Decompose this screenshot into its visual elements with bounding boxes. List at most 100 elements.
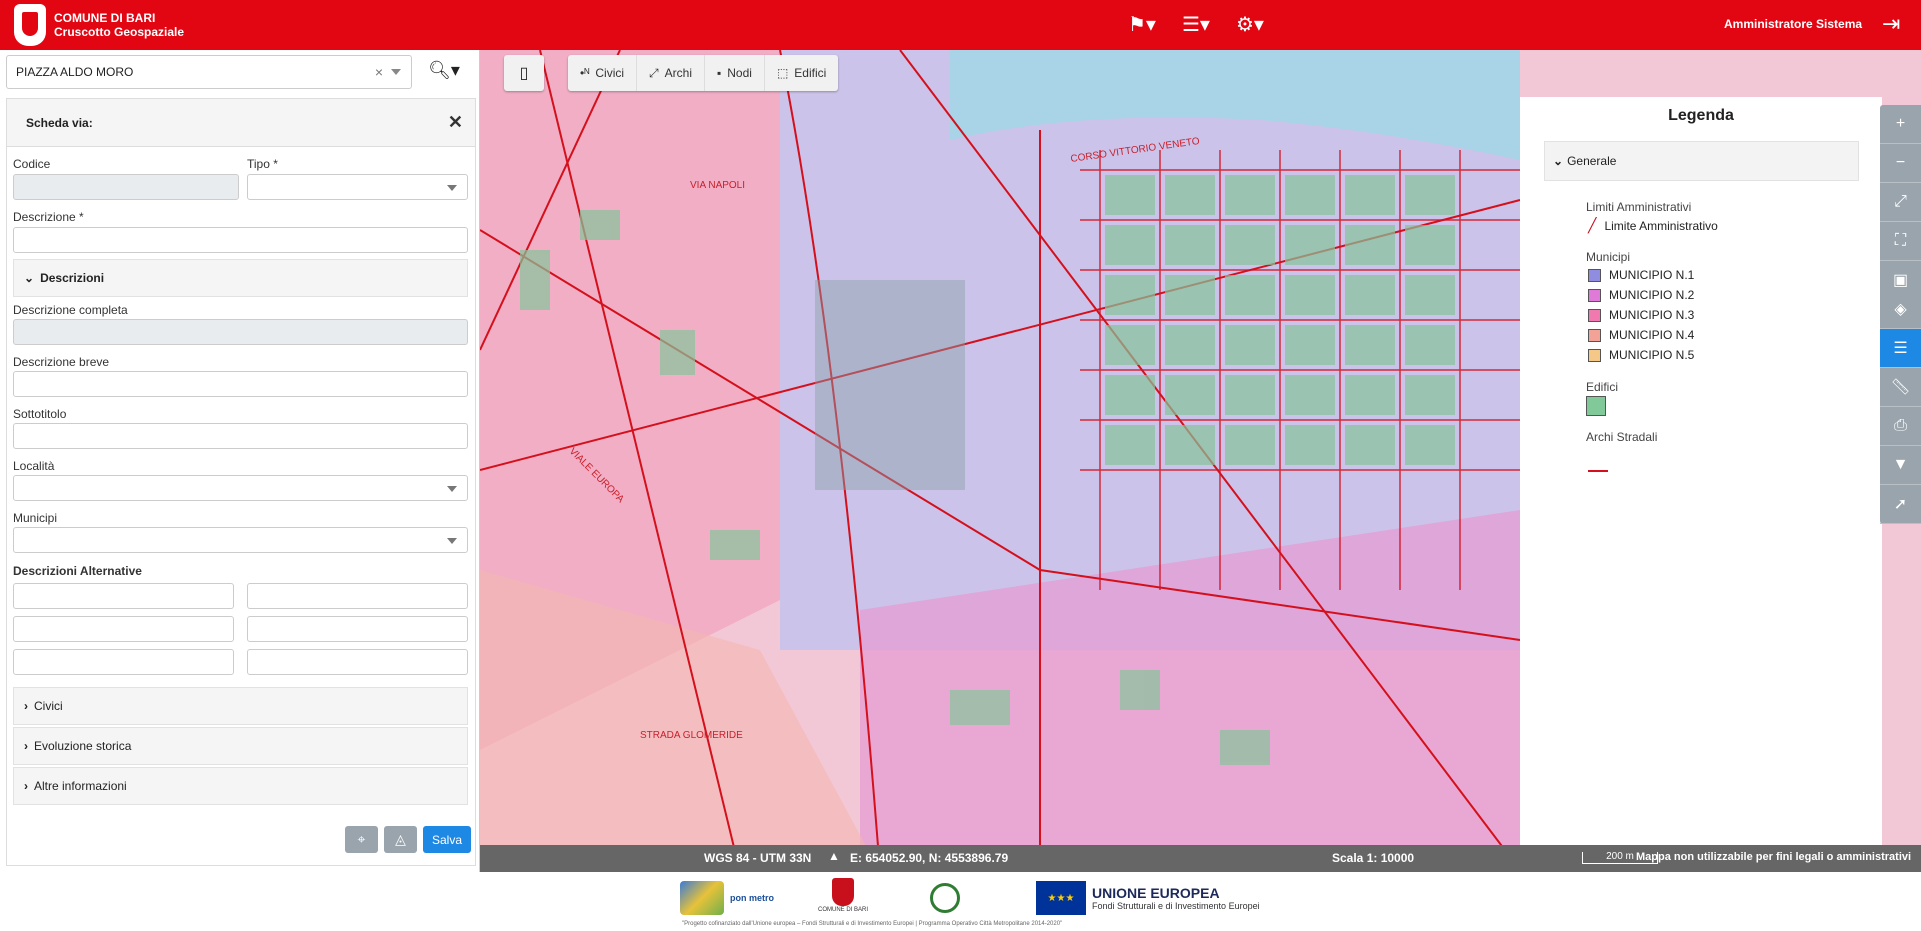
descrizione-breve-field[interactable] bbox=[13, 371, 468, 397]
legend-limit-item: ╱ Limite Amministrativo bbox=[1588, 217, 1718, 234]
map-edit-toolbar: •ᴺ Civici ⤢ Archi ▪ Nodi ⬚ Edifici bbox=[568, 55, 839, 91]
select-icon[interactable]: ➚ bbox=[1880, 485, 1921, 524]
gear-icon[interactable]: ⚙▾ bbox=[1236, 12, 1264, 37]
save-button[interactable]: Salva bbox=[423, 826, 471, 853]
descrizioni-section-label: Descrizioni bbox=[40, 271, 105, 285]
evoluzione-section-label: Evoluzione storica bbox=[34, 739, 132, 753]
sottotitolo-field[interactable] bbox=[13, 423, 468, 449]
comune-logo: COMUNE DI BARI bbox=[818, 878, 868, 918]
altre-info-section[interactable]: › Altre informazioni bbox=[13, 767, 468, 805]
repubblica-emblem bbox=[930, 878, 960, 918]
chevron-down-icon: ⌄ bbox=[24, 271, 35, 285]
chevron-down-icon[interactable] bbox=[391, 69, 401, 75]
civici-icon: •ᴺ bbox=[580, 66, 590, 80]
nodi-tool-label: Nodi bbox=[727, 66, 752, 80]
filter-icon[interactable]: ▼ bbox=[1880, 446, 1921, 485]
search-icon[interactable]: 🔍︎▾ bbox=[428, 60, 460, 81]
route-icon[interactable]: ⌖ bbox=[345, 826, 378, 853]
street-card: Scheda via: ✕ Codice Tipo * Descrizione … bbox=[6, 98, 476, 866]
coords-readout: E: 654052.90, N: 4553896.79 bbox=[850, 851, 1009, 865]
street-search-input[interactable]: PIAZZA ALDO MORO × bbox=[6, 55, 412, 89]
legend-municipio-label: MUNICIPIO N.5 bbox=[1609, 348, 1695, 362]
brand[interactable]: COMUNE DI BARI Cruscotto Geospaziale bbox=[14, 4, 184, 46]
civici-tool-button[interactable]: •ᴺ Civici bbox=[568, 55, 638, 91]
archi-tool-label: Archi bbox=[664, 66, 692, 80]
toggle-sidebar-button[interactable]: ▯ bbox=[504, 55, 544, 91]
list-icon[interactable]: ☰▾ bbox=[1182, 12, 1210, 37]
layers-icon[interactable]: ◈ bbox=[1880, 290, 1921, 329]
eu-sub-label: Fondi Strutturali e di Investimento Euro… bbox=[1092, 901, 1260, 911]
panel-title: Scheda via: bbox=[26, 115, 93, 130]
descrizioni-section[interactable]: ⌄ Descrizioni bbox=[13, 259, 468, 297]
eu-stars-icon: ★★★ bbox=[1036, 881, 1086, 915]
pon-label: pon metro bbox=[730, 893, 774, 903]
alt-description-field[interactable] bbox=[13, 583, 234, 609]
legend-municipio-item: MUNICIPIO N.4 bbox=[1588, 328, 1694, 342]
close-icon[interactable]: ✕ bbox=[448, 112, 463, 133]
bari-crest-logo bbox=[14, 4, 46, 46]
map-status-bar: WGS 84 - UTM 33N ▲ E: 654052.90, N: 4553… bbox=[480, 845, 1921, 872]
legend-title: Legenda bbox=[1668, 107, 1734, 124]
altre-info-section-label: Altre informazioni bbox=[34, 779, 127, 793]
pon-metro-logo: pon metro bbox=[680, 878, 774, 918]
evoluzione-section[interactable]: › Evoluzione storica bbox=[13, 727, 468, 765]
edifici-tool-label: Edifici bbox=[794, 66, 827, 80]
alt-description-field[interactable] bbox=[247, 616, 468, 642]
line-icon: ╱ bbox=[1588, 217, 1597, 233]
edifici-tool-button[interactable]: ⬚ Edifici bbox=[765, 55, 838, 91]
top-bar: COMUNE DI BARI Cruscotto Geospaziale ⚑▾ … bbox=[0, 0, 1921, 50]
map-label: VIA NAPOLI bbox=[690, 180, 746, 191]
search-value: PIAZZA ALDO MORO bbox=[16, 65, 134, 79]
legend-icon[interactable]: ☰ bbox=[1880, 329, 1921, 368]
user-name[interactable]: Amministratore Sistema bbox=[1724, 17, 1862, 31]
fullscreen-icon[interactable]: ⛶ bbox=[1880, 222, 1921, 261]
legend-municipio-item: MUNICIPIO N.2 bbox=[1588, 288, 1694, 302]
zoom-in-icon[interactable]: + bbox=[1880, 105, 1921, 144]
app-name: Cruscotto Geospaziale bbox=[54, 25, 185, 39]
tipo-select[interactable] bbox=[247, 174, 468, 200]
archi-tool-button[interactable]: ⤢ Archi bbox=[637, 55, 705, 91]
descrizione-field[interactable] bbox=[13, 227, 468, 253]
draw-street-icon[interactable]: ◬ bbox=[384, 826, 417, 853]
municipi-label: Municipi bbox=[13, 511, 58, 525]
civici-section-label: Civici bbox=[34, 699, 63, 713]
archi-icon: ⤢ bbox=[649, 65, 659, 80]
edifici-swatch-icon bbox=[1586, 396, 1606, 416]
civici-section[interactable]: › Civici bbox=[13, 687, 468, 725]
nodi-icon: ▪ bbox=[717, 66, 722, 80]
chevron-right-icon: › bbox=[24, 739, 28, 753]
comune-footer-label: COMUNE DI BARI bbox=[818, 907, 869, 913]
clear-icon[interactable]: × bbox=[375, 64, 383, 80]
legend-group-label: Generale bbox=[1567, 154, 1617, 168]
signpost-icon[interactable]: ⚑▾ bbox=[1128, 12, 1156, 37]
scale-label: Scala 1: 10000 bbox=[1332, 851, 1415, 865]
footer: pon metro COMUNE DI BARI ★★★ UNIONE EURO… bbox=[0, 872, 1921, 931]
print-icon[interactable]: ⎙ bbox=[1880, 407, 1921, 446]
cofunding-note: "Progetto cofinanziato dall'Unione europ… bbox=[682, 921, 1063, 927]
logout-icon[interactable]: ⇥ bbox=[1882, 11, 1900, 37]
localita-select[interactable] bbox=[13, 475, 468, 501]
legend-limit-label: Limite Amministrativo bbox=[1604, 218, 1718, 233]
alt-description-field[interactable] bbox=[247, 583, 468, 609]
descrizione-breve-label: Descrizione breve bbox=[13, 355, 110, 369]
legend-group-generale[interactable]: ⌄ Generale bbox=[1544, 141, 1859, 181]
municipi-select[interactable] bbox=[13, 527, 468, 553]
legend-municipi-title: Municipi bbox=[1586, 250, 1631, 264]
tipo-label: Tipo * bbox=[247, 157, 278, 171]
alt-description-field[interactable] bbox=[13, 616, 234, 642]
descrizione-completa-field bbox=[13, 319, 468, 345]
alt-description-field[interactable] bbox=[247, 649, 468, 675]
swatch-icon bbox=[1588, 268, 1601, 282]
legend-municipio-label: MUNICIPIO N.3 bbox=[1609, 308, 1695, 322]
measure-icon[interactable]: 📏︎ bbox=[1880, 368, 1921, 407]
nodi-tool-button[interactable]: ▪ Nodi bbox=[705, 55, 765, 91]
map-nav-controls: + − ⤢ ⛶ ▣ bbox=[1880, 105, 1921, 300]
zoom-extent-icon[interactable]: ⤢ bbox=[1880, 183, 1921, 222]
zoom-out-icon[interactable]: − bbox=[1880, 144, 1921, 183]
alt-description-field[interactable] bbox=[13, 649, 234, 675]
chevron-down-icon: ⌄ bbox=[1553, 154, 1564, 168]
legend-municipio-item: MUNICIPIO N.1 bbox=[1588, 268, 1694, 282]
localita-label: Località bbox=[13, 459, 55, 473]
swatch-icon bbox=[1588, 328, 1601, 342]
descrizione-completa-label: Descrizione completa bbox=[13, 303, 128, 317]
